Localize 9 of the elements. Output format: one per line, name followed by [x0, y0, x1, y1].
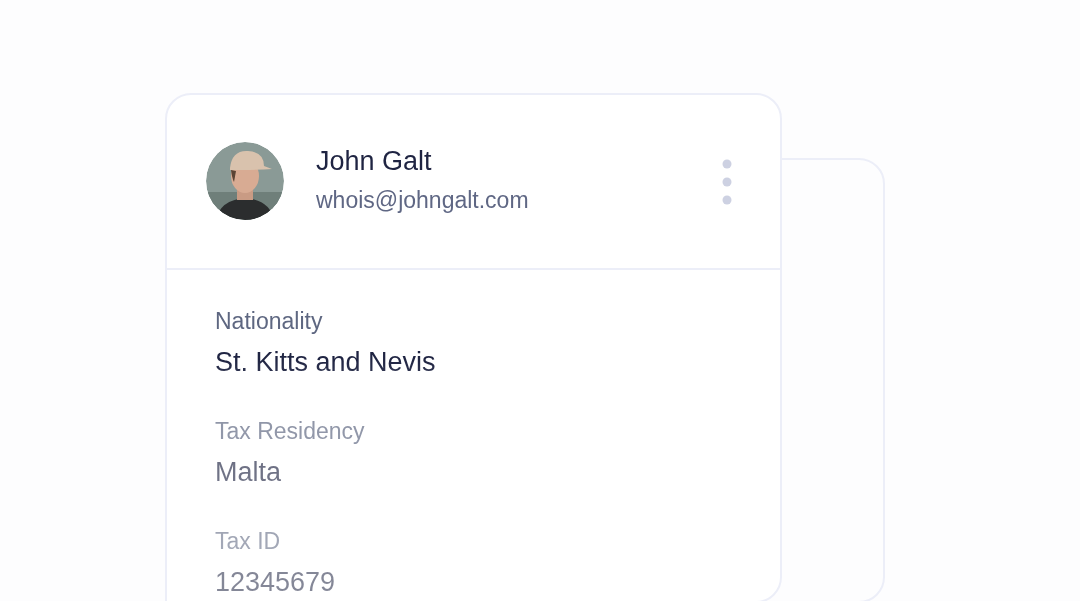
field-label: Nationality [215, 308, 323, 335]
field-label: Tax ID [215, 528, 281, 555]
field-value: St. Kitts and Nevis [215, 347, 436, 378]
more-options-icon[interactable] [722, 158, 732, 205]
field-value: 12345679 [215, 567, 336, 598]
user-name: John Galt [316, 145, 433, 177]
field-label: Tax Residency [215, 418, 365, 445]
field-value: Malta [215, 457, 282, 488]
user-email: whois@johngalt.com [316, 186, 530, 214]
